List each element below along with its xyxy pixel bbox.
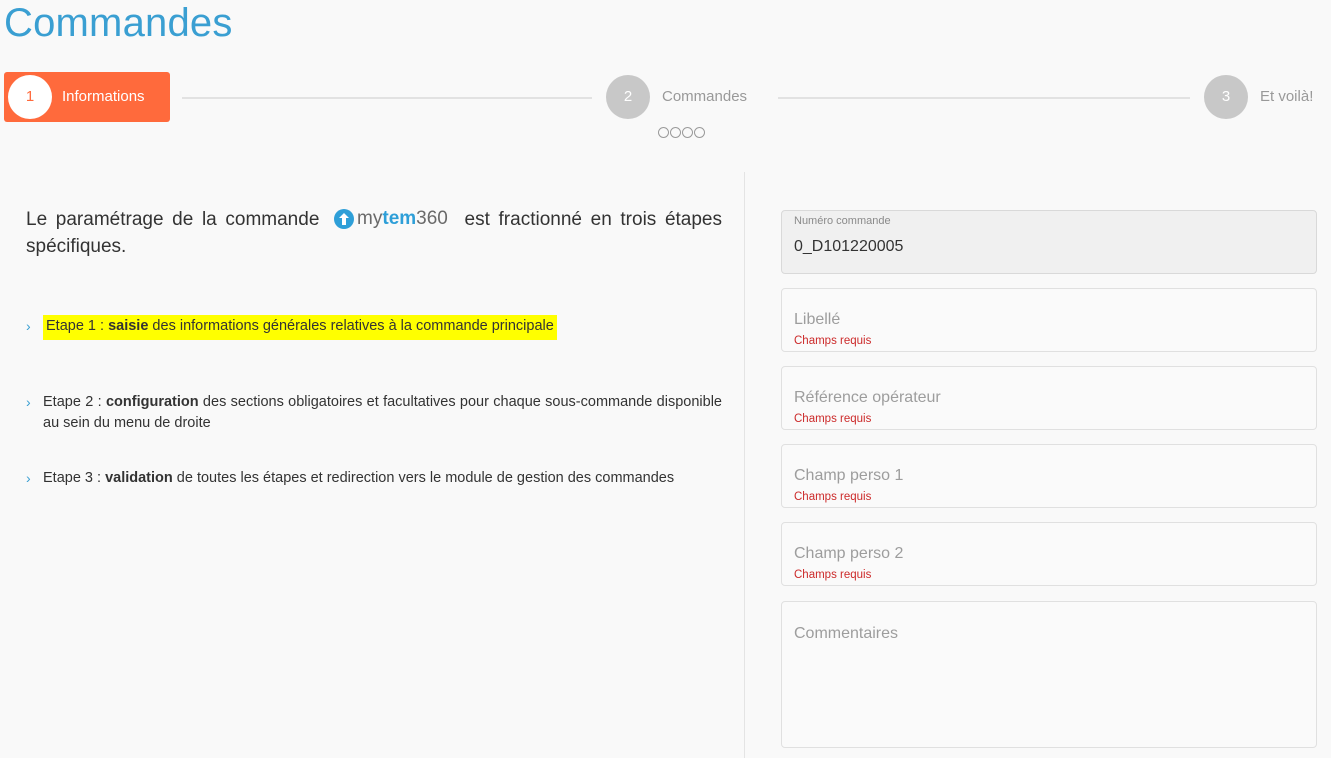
- field-placeholder: Champ perso 1: [794, 467, 904, 484]
- field-placeholder: Libellé: [794, 311, 841, 328]
- page-title: Commandes: [4, 1, 233, 45]
- logo-text: my: [357, 208, 383, 230]
- step-commandes[interactable]: 2 Commandes: [606, 75, 766, 119]
- field-value: 0_D101220005: [794, 238, 904, 255]
- chevron-right-icon: ›: [26, 394, 31, 410]
- substep-dot[interactable]: [670, 127, 681, 138]
- step-number: 1: [8, 75, 52, 119]
- field-placeholder: Référence opérateur: [794, 389, 941, 406]
- step-prefix: Etape 3 :: [43, 470, 106, 486]
- step-suffix: de toutes les étapes et redirection vers…: [172, 470, 675, 486]
- mytem360-logo: my tem 360: [334, 205, 448, 232]
- libelle-field[interactable]: Libellé Champs requis: [781, 288, 1317, 352]
- step-informations[interactable]: 1 Informations: [4, 72, 170, 122]
- required-error: Champs requis: [794, 569, 872, 581]
- step-prefix: Etape 2 :: [43, 394, 106, 410]
- column-divider: [744, 172, 745, 758]
- step-number: 3: [1204, 75, 1248, 119]
- champ-perso-1-field[interactable]: Champ perso 1 Champs requis: [781, 444, 1317, 508]
- numero-commande-field: Numéro commande 0_D101220005: [781, 210, 1317, 274]
- intro-paragraph: Le paramétrage de la commande my tem 360 e…: [26, 206, 722, 260]
- stepper: 1 Informations 2 Commandes 3 Et voilà!: [0, 72, 1331, 142]
- step-keyword: configuration: [105, 394, 199, 410]
- substep-dot[interactable]: [694, 127, 705, 138]
- required-error: Champs requis: [794, 491, 872, 503]
- commentaires-textarea[interactable]: Commentaires: [781, 601, 1317, 748]
- step-keyword: saisie: [108, 318, 149, 334]
- step-label: Commandes: [662, 88, 748, 105]
- substep-indicators: [658, 127, 705, 139]
- step-label: Et voilà!: [1260, 88, 1314, 105]
- field-label: Numéro commande: [793, 215, 892, 227]
- field-placeholder: Champ perso 2: [794, 545, 904, 562]
- stepper-connector: [778, 97, 1190, 99]
- champ-perso-2-field[interactable]: Champ perso 2 Champs requis: [781, 522, 1317, 586]
- step-prefix: Etape 1 :: [46, 318, 109, 334]
- step-suffix: des informations générales relatives à l…: [148, 318, 554, 334]
- step-number: 2: [606, 75, 650, 119]
- field-placeholder: Commentaires: [794, 625, 899, 642]
- highlighted-text: Etape 1 : saisie des informations généra…: [43, 315, 557, 340]
- step-keyword: validation: [105, 470, 173, 486]
- logo-text: tem: [382, 208, 417, 230]
- required-error: Champs requis: [794, 335, 872, 347]
- list-item: › Etape 1 : saisie des informations géné…: [26, 315, 722, 340]
- reference-operateur-field[interactable]: Référence opérateur Champs requis: [781, 366, 1317, 430]
- list-item: › Etape 3 : validation de toutes les éta…: [26, 468, 722, 489]
- substep-dot[interactable]: [682, 127, 693, 138]
- chevron-right-icon: ›: [26, 470, 31, 486]
- substep-dot[interactable]: [658, 127, 669, 138]
- chevron-right-icon: ›: [26, 318, 31, 334]
- step-label: Informations: [62, 88, 145, 105]
- stepper-connector: [182, 97, 592, 99]
- required-error: Champs requis: [794, 413, 872, 425]
- list-item: › Etape 2 : configuration des sections o…: [26, 392, 722, 434]
- intro-text-before: Le paramétrage de la commande: [26, 209, 320, 230]
- mytem360-logo-icon: [334, 208, 355, 229]
- step-et-voila[interactable]: 3 Et voilà!: [1204, 75, 1329, 119]
- logo-text: 360: [416, 208, 448, 230]
